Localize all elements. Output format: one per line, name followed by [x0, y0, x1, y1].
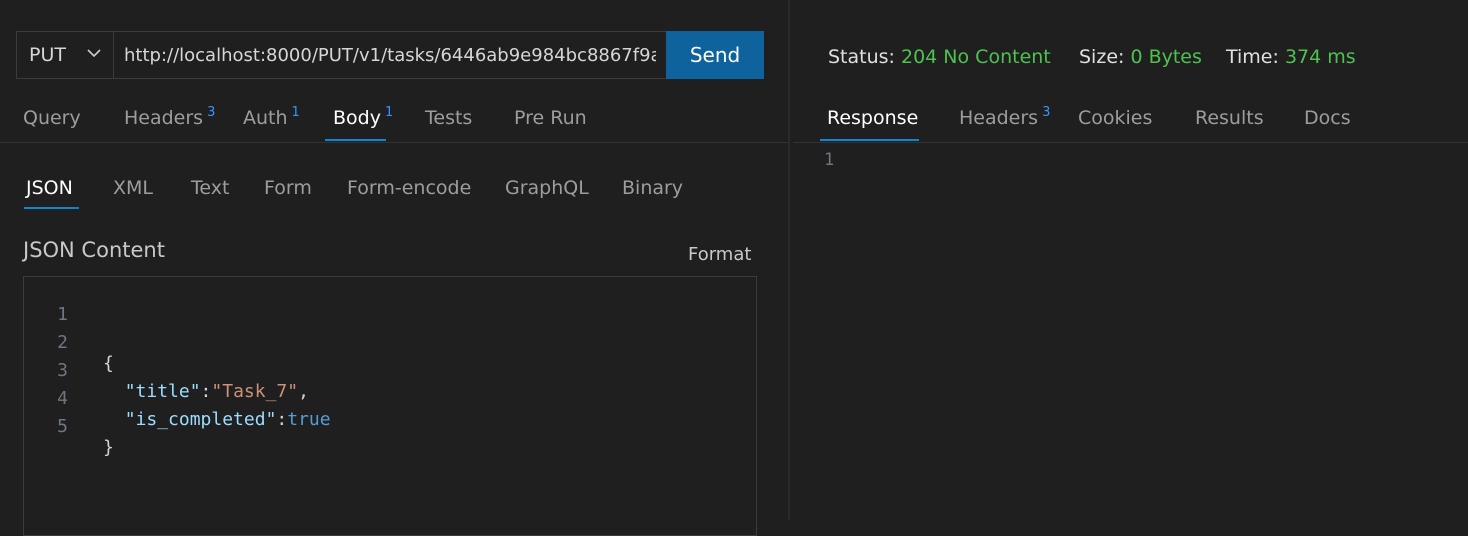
tab-body[interactable]: Body 1: [333, 105, 394, 137]
tab-label: Headers: [959, 107, 1039, 129]
tab-tests[interactable]: Tests: [425, 107, 472, 137]
tab-cookies[interactable]: Cookies: [1078, 107, 1152, 137]
code-line: 2 {: [24, 311, 724, 374]
active-tab-indicator: [820, 139, 919, 141]
method-select[interactable]: PUT: [16, 31, 114, 79]
body-tab-graphql[interactable]: GraphQL: [505, 177, 589, 199]
body-tab-json[interactable]: JSON: [26, 177, 73, 199]
tab-badge: 3: [207, 105, 216, 120]
tab-label: Body: [333, 107, 381, 129]
tab-response[interactable]: Response: [827, 107, 918, 137]
tab-headers[interactable]: Headers 3: [124, 105, 216, 137]
tabs-divider: [0, 142, 788, 143]
code-line: 3 "title":"Task_7",: [24, 339, 724, 402]
tab-label: Query: [23, 107, 81, 129]
tab-label: Pre Run: [514, 107, 587, 129]
code-line: 5 }: [24, 395, 724, 458]
chevron-down-icon: [87, 49, 101, 58]
tab-results[interactable]: Results: [1195, 107, 1264, 137]
tab-label: Auth: [243, 107, 288, 129]
time-label: Time:: [1226, 46, 1279, 68]
status-value: 204 No Content: [901, 46, 1051, 68]
tab-label: Cookies: [1078, 107, 1153, 129]
body-tab-binary[interactable]: Binary: [622, 177, 683, 199]
json-editor[interactable]: 1 2 { 3 "title":"Task_7", 4 "is_complete…: [23, 276, 757, 536]
code-text: }: [103, 437, 114, 458]
tab-auth[interactable]: Auth 1: [243, 105, 300, 137]
tab-label: Tests: [425, 107, 473, 129]
tab-label: Docs: [1304, 107, 1351, 129]
tab-badge: 1: [291, 105, 300, 120]
status-label: Status:: [828, 46, 895, 68]
tab-label: Response: [827, 107, 919, 129]
response-line-number: 1: [824, 150, 835, 170]
size-info: Size: 0 Bytes: [1079, 46, 1202, 68]
tab-response-headers[interactable]: Headers 3: [959, 105, 1051, 137]
body-tab-text[interactable]: Text: [191, 177, 229, 199]
code-line: 1: [24, 283, 724, 325]
send-button[interactable]: Send: [666, 31, 764, 79]
code-line: 4 "is_completed":true: [24, 367, 724, 430]
tab-badge: 3: [1042, 105, 1051, 120]
json-content-label: JSON Content: [23, 238, 165, 262]
time-value: 374 ms: [1284, 46, 1356, 68]
active-body-tab-indicator: [24, 207, 79, 209]
status-info: Status: 204 No Content: [828, 46, 1051, 68]
method-value: PUT: [29, 44, 66, 66]
tab-docs[interactable]: Docs: [1304, 107, 1351, 137]
tab-badge: 1: [384, 105, 394, 120]
url-input[interactable]: [113, 31, 667, 79]
tab-label: Results: [1195, 107, 1264, 129]
format-button[interactable]: Format: [688, 244, 751, 265]
response-pane: Status: 204 No Content Size: 0 Bytes Tim…: [790, 0, 1468, 520]
tab-query[interactable]: Query: [23, 107, 81, 137]
active-tab-indicator: [325, 139, 386, 141]
size-label: Size:: [1079, 46, 1125, 68]
body-tab-form-encode[interactable]: Form-encode: [347, 177, 471, 199]
time-info: Time: 374 ms: [1226, 46, 1356, 68]
tabs-divider: [793, 142, 1468, 143]
request-pane: PUT Send Query Headers 3 Auth 1 Body 1 T…: [0, 0, 788, 536]
tab-pre-run[interactable]: Pre Run: [514, 107, 587, 137]
tab-label: Headers: [124, 107, 204, 129]
brace: }: [103, 437, 114, 458]
body-tab-xml[interactable]: XML: [113, 177, 153, 199]
size-value: 0 Bytes: [1130, 46, 1202, 68]
body-tab-form[interactable]: Form: [264, 177, 312, 199]
line-number: 5: [57, 416, 68, 437]
